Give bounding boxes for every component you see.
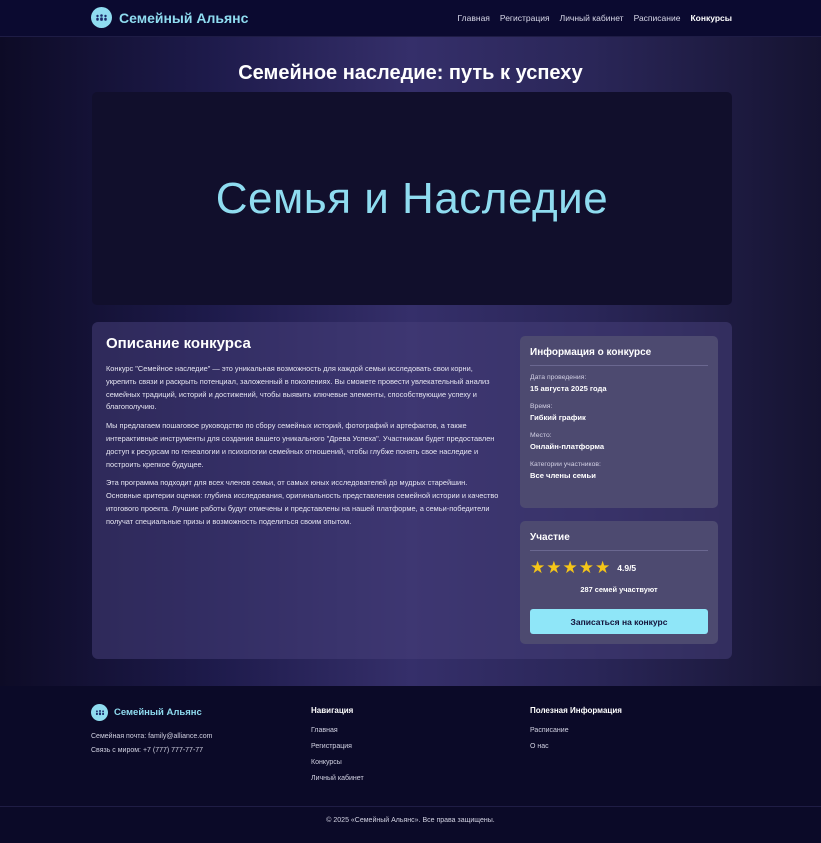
footer-email: Семейная почта: family@alliance.com — [91, 733, 213, 740]
date-label: Дата проведения: — [530, 374, 587, 381]
footer-brand-name: Семейный Альянс — [114, 707, 202, 718]
footer-link-account[interactable]: Личный кабинет — [311, 775, 364, 782]
page-title: Семейное наследие: путь к успеху — [238, 62, 583, 84]
participation-panel: Участие ★ ★ ★ ★ ★ 4.9/5 287 семей участв… — [520, 521, 718, 644]
category-label: Категории участников: — [530, 461, 601, 468]
nav-link-account[interactable]: Личный кабинет — [560, 13, 624, 23]
hero-text: Семья и Наследие — [215, 173, 609, 223]
site-footer: Семейный Альянс Семейная почта: family@a… — [0, 686, 821, 843]
star-icon: ★ — [546, 558, 562, 577]
footer-nav-heading: Навигация — [311, 706, 354, 715]
footer-link-registration[interactable]: Регистрация — [311, 743, 364, 750]
star-icon: ★ — [530, 558, 546, 577]
description-paragraph: Конкурс "Семейное наследие" — это уникал… — [106, 364, 490, 412]
footer-logo[interactable]: Семейный Альянс — [91, 704, 212, 721]
main-nav: Главная Регистрация Личный кабинет Распи… — [458, 13, 732, 23]
hero-banner: Семья и Наследие — [92, 92, 732, 305]
site-header: Семейный Альянс Главная Регистрация Личн… — [0, 0, 821, 37]
footer-brand-column: Семейный Альянс Семейная почта: family@a… — [91, 704, 212, 754]
footer-link-contests[interactable]: Конкурсы — [311, 759, 364, 766]
nav-link-home[interactable]: Главная — [458, 13, 490, 23]
date-value: 15 августа 2025 года — [530, 384, 607, 393]
category-value: Все члены семьи — [530, 471, 596, 480]
description-paragraph: Мы предлагаем пошаговое руководство по с… — [106, 421, 495, 469]
nav-link-schedule[interactable]: Расписание — [634, 13, 681, 23]
place-value: Онлайн-платформа — [530, 442, 605, 451]
rating-value: 4.9/5 — [617, 562, 637, 573]
participants-count: 287 семей участвуют — [580, 585, 658, 594]
rating: ★ ★ ★ ★ ★ 4.9/5 — [530, 559, 708, 576]
nav-link-registration[interactable]: Регистрация — [500, 13, 550, 23]
footer-divider — [0, 806, 821, 807]
star-icon: ★ — [562, 558, 578, 577]
footer-phone: Связь с миром: +7 (777) 777-77-77 — [91, 747, 204, 754]
description-paragraph: Эта программа подходит для всех членов с… — [106, 478, 499, 526]
footer-link-about[interactable]: О нас — [530, 743, 622, 750]
info-heading: Информация о конкурсе — [530, 347, 708, 366]
place-label: Место: — [530, 432, 552, 439]
contest-details-card: Описание конкурса Конкурс "Семейное насл… — [92, 322, 732, 659]
copyright: © 2025 «Семейный Альянс». Все права защи… — [326, 817, 495, 824]
participation-heading: Участие — [530, 532, 708, 551]
time-label: Время: — [530, 403, 553, 410]
brand-logo[interactable]: Семейный Альянс — [91, 7, 248, 28]
star-icon: ★ — [595, 558, 611, 577]
contest-description: Описание конкурса Конкурс "Семейное насл… — [106, 335, 504, 535]
footer-link-schedule[interactable]: Расписание — [530, 727, 622, 734]
nav-link-contests[interactable]: Конкурсы — [690, 13, 732, 23]
footer-info-column: Полезная Информация Расписание О нас — [530, 704, 622, 759]
description-heading: Описание конкурса — [106, 335, 251, 352]
join-contest-button[interactable]: Записаться на конкурс — [530, 609, 708, 634]
family-logo-icon — [91, 7, 112, 28]
family-logo-icon — [91, 704, 108, 721]
footer-info-heading: Полезная Информация — [530, 706, 622, 715]
brand-name: Семейный Альянс — [119, 9, 249, 26]
time-value: Гибкий график — [530, 413, 586, 422]
contest-info-panel: Информация о конкурсе Дата проведения: 1… — [520, 336, 718, 508]
footer-link-home[interactable]: Главная — [311, 727, 364, 734]
star-icon: ★ — [578, 558, 594, 577]
footer-nav-column: Навигация Главная Регистрация Конкурсы Л… — [311, 704, 364, 791]
